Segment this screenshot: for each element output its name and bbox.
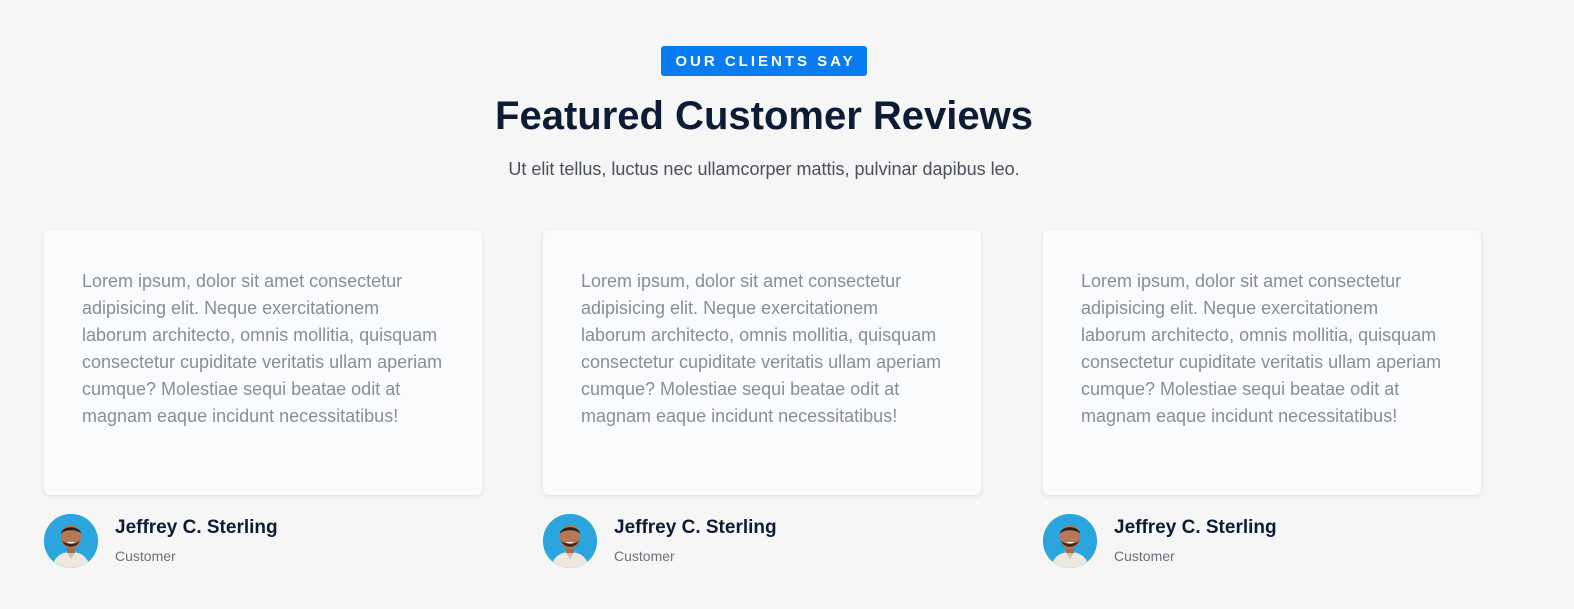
section-subtitle: Ut elit tellus, luctus nec ullamcorper m… bbox=[508, 159, 1020, 179]
review-card: Lorem ipsum, dolor sit amet consectetur … bbox=[543, 230, 981, 495]
author-role: Customer bbox=[614, 548, 675, 564]
author-name: Jeffrey C. Sterling bbox=[115, 517, 278, 538]
review-author: Jeffrey C. Sterling Customer bbox=[44, 514, 278, 570]
customer-avatar-icon bbox=[543, 514, 597, 568]
review-author: Jeffrey C. Sterling Customer bbox=[1043, 514, 1277, 570]
testimonials-section: OUR CLIENTS SAY Featured Customer Review… bbox=[0, 0, 1574, 609]
review-card: Lorem ipsum, dolor sit amet consectetur … bbox=[1043, 230, 1481, 495]
review-author: Jeffrey C. Sterling Customer bbox=[543, 514, 777, 570]
review-text: Lorem ipsum, dolor sit amet consectetur … bbox=[581, 271, 942, 426]
review-card: Lorem ipsum, dolor sit amet consectetur … bbox=[44, 230, 482, 495]
review-text: Lorem ipsum, dolor sit amet consectetur … bbox=[1081, 271, 1442, 426]
review-item: Lorem ipsum, dolor sit amet consectetur … bbox=[1043, 230, 1481, 568]
author-role: Customer bbox=[1114, 548, 1175, 564]
review-text: Lorem ipsum, dolor sit amet consectetur … bbox=[82, 271, 443, 426]
review-item: Lorem ipsum, dolor sit amet consectetur … bbox=[543, 230, 981, 568]
section-badge: OUR CLIENTS SAY bbox=[661, 46, 867, 76]
section-title: Featured Customer Reviews bbox=[495, 94, 1033, 138]
author-name: Jeffrey C. Sterling bbox=[614, 517, 777, 538]
author-role: Customer bbox=[115, 548, 176, 564]
author-name: Jeffrey C. Sterling bbox=[1114, 517, 1277, 538]
customer-avatar-icon bbox=[44, 514, 98, 568]
customer-avatar-icon bbox=[1043, 514, 1097, 568]
review-item: Lorem ipsum, dolor sit amet consectetur … bbox=[44, 230, 482, 568]
